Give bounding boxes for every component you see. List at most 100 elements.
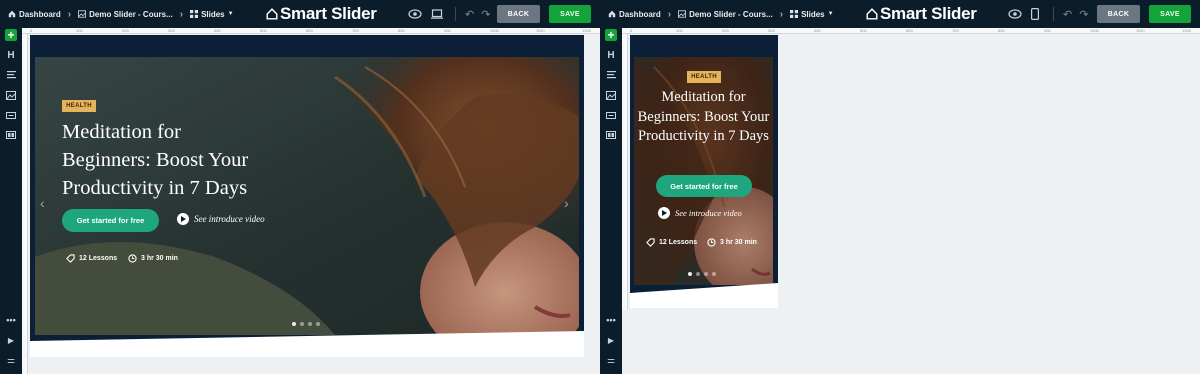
sliders-icon[interactable]: ⚌ <box>5 354 17 366</box>
undo-icon[interactable]: ↶ <box>465 8 474 21</box>
duration-meta: 3 hr 30 min <box>707 238 757 247</box>
add-icon[interactable]: + <box>605 28 617 42</box>
breadcrumb-slider[interactable]: Demo Slider - Cours... <box>678 10 773 19</box>
pagination-dots <box>292 322 320 326</box>
lessons-meta: 12 Lessons <box>646 238 697 247</box>
slide-heading: Meditation for Beginners: Boost Your Pro… <box>62 121 249 199</box>
layout-icon[interactable] <box>5 129 17 141</box>
play-icon[interactable]: ▶ <box>5 334 17 346</box>
grid-icon <box>790 10 799 18</box>
button-icon[interactable] <box>5 109 17 121</box>
breadcrumb-dashboard[interactable]: Dashboard <box>8 10 61 19</box>
breadcrumb-slides[interactable]: Slides ▼ <box>790 10 834 19</box>
ruler-vertical <box>22 34 28 374</box>
pagination-dot[interactable] <box>696 272 700 276</box>
slide-heading: Meditation for Beginners: Boost Your Pro… <box>637 89 770 144</box>
text-icon[interactable] <box>605 69 617 81</box>
prev-arrow-icon[interactable]: ‹ <box>40 195 45 211</box>
duration-value: 3 hr 30 min <box>720 239 757 246</box>
brand-logo: Smart Slider <box>866 4 977 24</box>
slide-canvas-desktop[interactable]: ‹ › HEALTH Meditation for Beginners: Boo… <box>30 35 584 357</box>
back-button[interactable]: BACK <box>497 5 540 23</box>
more-icon[interactable]: ••• <box>5 314 17 326</box>
button-icon[interactable] <box>605 109 617 121</box>
image-icon[interactable] <box>605 89 617 101</box>
breadcrumb-slides[interactable]: Slides ▼ <box>190 10 234 19</box>
home-icon <box>866 8 878 20</box>
pagination-dot[interactable] <box>688 272 692 276</box>
pagination-dot[interactable] <box>308 322 312 326</box>
redo-icon[interactable]: ↷ <box>481 8 490 21</box>
grid-icon <box>190 10 199 18</box>
caret-down-icon: ▼ <box>227 11 234 17</box>
pagination-dot[interactable] <box>292 322 296 326</box>
ruler-horizontal: 0 100 200 300 400 500 600 700 800 900 10… <box>622 28 1200 34</box>
divider <box>455 7 456 21</box>
breadcrumb-dashboard-label: Dashboard <box>619 9 661 19</box>
home-icon <box>608 10 616 18</box>
image-icon[interactable] <box>5 89 17 101</box>
breadcrumb-slides-label: Slides <box>201 9 225 19</box>
pagination-dot[interactable] <box>316 322 320 326</box>
category-tag: HEALTH <box>687 71 721 83</box>
get-started-button[interactable]: Get started for free <box>62 209 159 232</box>
breadcrumb-slides-label: Slides <box>801 9 825 19</box>
undo-icon[interactable]: ↶ <box>1063 8 1072 21</box>
breadcrumb: Dashboard › Demo Slider - Cours... › Sli… <box>608 0 834 28</box>
image-icon <box>78 10 87 18</box>
top-bar: Dashboard › Demo Slider - Cours... › Sli… <box>600 0 1200 28</box>
save-button[interactable]: SAVE <box>1149 5 1191 23</box>
chevron-right-icon: › <box>67 8 72 20</box>
video-link[interactable]: See introduce video <box>658 207 742 219</box>
tag-icon <box>66 254 75 263</box>
heading-icon[interactable]: H <box>605 49 617 61</box>
editor-pane-mobile: Dashboard › Demo Slider - Cours... › Sli… <box>600 0 1200 374</box>
sliders-icon[interactable]: ⚌ <box>605 354 617 366</box>
eye-icon[interactable] <box>408 9 422 19</box>
more-icon[interactable]: ••• <box>605 314 617 326</box>
eye-icon[interactable] <box>1008 9 1022 19</box>
back-button[interactable]: BACK <box>1097 5 1140 23</box>
bottom-shape-divider <box>630 283 778 308</box>
ruler-vertical <box>622 34 628 310</box>
ruler-horizontal: 0 100 200 300 400 500 600 700 800 900 10… <box>22 28 600 34</box>
left-sidebar: + H ••• ▶ ⚌ <box>600 28 622 374</box>
chevron-right-icon: › <box>179 8 184 20</box>
brand-logo: Smart Slider <box>266 4 377 24</box>
home-icon <box>8 10 16 18</box>
image-icon <box>678 10 687 18</box>
video-link[interactable]: See introduce video <box>177 213 265 225</box>
laptop-icon[interactable] <box>431 9 443 19</box>
save-button[interactable]: SAVE <box>549 5 591 23</box>
get-started-button[interactable]: Get started for free <box>656 175 752 197</box>
video-link-label: See introduce video <box>194 214 265 224</box>
lessons-count: 12 Lessons <box>79 255 118 262</box>
breadcrumb-dashboard[interactable]: Dashboard <box>608 10 661 19</box>
category-tag: HEALTH <box>62 100 96 112</box>
left-sidebar: + H ••• ▶ ⚌ <box>0 28 22 374</box>
breadcrumb-slider-label: Demo Slider - Cours... <box>89 9 173 19</box>
view-tools: ↶ ↷ <box>1008 0 1088 28</box>
video-link-label: See introduce video <box>675 208 742 218</box>
redo-icon[interactable]: ↷ <box>1079 8 1088 21</box>
text-icon[interactable] <box>5 69 17 81</box>
breadcrumb-slider[interactable]: Demo Slider - Cours... <box>78 10 173 19</box>
mobile-icon[interactable] <box>1031 8 1039 20</box>
duration-meta: 3 hr 30 min <box>128 254 178 263</box>
heading-icon[interactable]: H <box>5 49 17 61</box>
pagination-dot[interactable] <box>704 272 708 276</box>
breadcrumb-dashboard-label: Dashboard <box>19 9 61 19</box>
caret-down-icon: ▼ <box>827 11 834 17</box>
editor-pane-desktop: Dashboard › Demo Slider - Cours... › Sli… <box>0 0 600 374</box>
layout-icon[interactable] <box>605 129 617 141</box>
duration-value: 3 hr 30 min <box>141 255 178 262</box>
pagination-dot[interactable] <box>300 322 304 326</box>
brand-name: Smart Slider <box>880 4 977 23</box>
next-arrow-icon[interactable]: › <box>564 195 569 211</box>
slide-canvas-mobile[interactable]: HEALTH Meditation for Beginners: Boost Y… <box>630 35 778 308</box>
pagination-dot[interactable] <box>712 272 716 276</box>
view-tools: ↶ ↷ <box>408 0 490 28</box>
add-icon[interactable]: + <box>5 28 17 42</box>
home-icon <box>266 8 278 20</box>
play-icon[interactable]: ▶ <box>605 334 617 346</box>
